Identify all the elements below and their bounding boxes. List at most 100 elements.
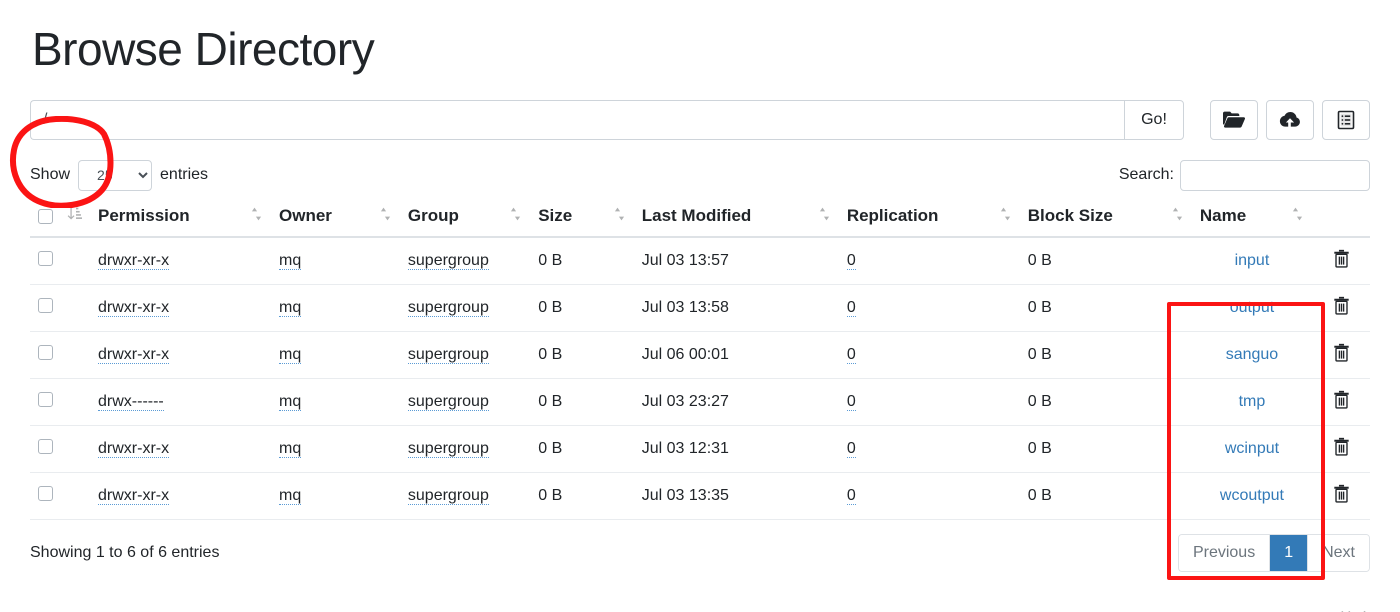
row-checkbox[interactable] <box>38 486 53 501</box>
cell-permission: drwx------ <box>90 378 271 426</box>
go-button[interactable]: Go! <box>1124 100 1184 140</box>
path-action-buttons <box>1210 100 1370 140</box>
sort-icon[interactable] <box>999 206 1012 226</box>
search-control: Search: <box>1118 159 1370 191</box>
delete-button[interactable] <box>1333 343 1350 364</box>
delete-button[interactable] <box>1333 437 1350 458</box>
permission-value[interactable]: drwxr-xr-x <box>98 487 170 505</box>
column-select-all[interactable] <box>30 202 90 238</box>
replication-value[interactable]: 0 <box>846 346 856 364</box>
group-value[interactable]: supergroup <box>407 393 489 411</box>
cell-size: 0 B <box>530 378 634 426</box>
group-value[interactable]: supergroup <box>407 487 489 505</box>
file-name-link[interactable]: sanguo <box>1226 346 1279 363</box>
cell-size: 0 B <box>530 284 634 332</box>
column-size[interactable]: Size <box>530 202 634 238</box>
cell-replication: 0 <box>838 284 1020 332</box>
delete-button[interactable] <box>1333 390 1350 411</box>
permission-value[interactable]: drwxr-xr-x <box>98 252 170 270</box>
permission-value[interactable]: drwxr-xr-x <box>98 346 170 364</box>
pagination-next[interactable]: Next <box>1308 535 1369 571</box>
table-row: drwx------ mq supergroup 0 B Jul 03 23:27 0 0 … <box>30 378 1370 426</box>
select-all-checkbox[interactable] <box>38 208 53 224</box>
sort-icon[interactable] <box>250 206 263 226</box>
cut-paste-button[interactable] <box>1322 100 1370 140</box>
sort-icon[interactable] <box>1171 206 1184 226</box>
row-checkbox[interactable] <box>38 298 53 313</box>
row-checkbox[interactable] <box>38 251 53 266</box>
group-value[interactable]: supergroup <box>407 346 489 364</box>
sort-icon[interactable] <box>509 206 522 226</box>
sort-icon[interactable] <box>379 206 392 226</box>
cell-permission: drwxr-xr-x <box>90 425 271 473</box>
page-title: Browse Directory <box>32 23 375 75</box>
cell-block-size: 0 B <box>1019 472 1192 520</box>
column-permission[interactable]: Permission <box>90 202 271 238</box>
table-row: drwxr-xr-x mq supergroup 0 B Jul 03 13:58 0 0 … <box>30 284 1370 332</box>
cell-group: supergroup <box>399 378 531 426</box>
owner-value[interactable]: mq <box>279 440 302 458</box>
replication-value[interactable]: 0 <box>846 299 856 317</box>
column-owner[interactable]: Owner <box>271 202 400 238</box>
delete-button[interactable] <box>1333 249 1350 270</box>
cell-actions <box>1312 331 1370 379</box>
cell-name: sanguo <box>1191 331 1312 379</box>
column-group[interactable]: Group <box>399 202 531 238</box>
column-last-modified[interactable]: Last Modified <box>633 202 839 238</box>
pagination-page-1[interactable]: 1 <box>1270 535 1309 571</box>
sort-amount-desc-icon[interactable] <box>67 206 82 226</box>
search-input[interactable] <box>1180 159 1370 191</box>
row-checkbox[interactable] <box>38 439 53 454</box>
group-value[interactable]: supergroup <box>407 440 489 458</box>
pagination-previous[interactable]: Previous <box>1178 535 1271 571</box>
page-length-select[interactable]: 25 <box>78 159 153 191</box>
replication-value[interactable]: 0 <box>846 252 856 270</box>
owner-value[interactable]: mq <box>279 393 302 411</box>
permission-value[interactable]: drwx------ <box>98 393 164 411</box>
cell-owner: mq <box>271 284 400 332</box>
permission-value[interactable]: drwxr-xr-x <box>98 440 170 458</box>
group-value[interactable]: supergroup <box>407 252 489 270</box>
cell-group: supergroup <box>399 425 531 473</box>
file-name-link[interactable]: input <box>1235 252 1270 269</box>
delete-button[interactable] <box>1333 296 1350 317</box>
file-name-link[interactable]: output <box>1230 299 1274 316</box>
column-block-size[interactable]: Block Size <box>1019 202 1192 238</box>
column-replication[interactable]: Replication <box>838 202 1020 238</box>
sort-icon[interactable] <box>613 206 626 226</box>
sort-icon[interactable] <box>818 206 831 226</box>
replication-value[interactable]: 0 <box>846 440 856 458</box>
file-name-link[interactable]: wcoutput <box>1220 487 1284 504</box>
sort-icon[interactable] <box>1291 206 1304 226</box>
row-checkbox[interactable] <box>38 392 53 407</box>
group-value[interactable]: supergroup <box>407 299 489 317</box>
cell-name: tmp <box>1191 378 1312 426</box>
create-directory-button[interactable] <box>1210 100 1258 140</box>
owner-value[interactable]: mq <box>279 252 302 270</box>
entries-info: Showing 1 to 6 of 6 entries <box>30 544 220 561</box>
row-select-cell <box>30 284 90 332</box>
owner-value[interactable]: mq <box>279 346 302 364</box>
files-table-head: Permission Owner Group Size Last Modifie… <box>30 202 1370 238</box>
file-name-link[interactable]: tmp <box>1239 393 1266 410</box>
upload-files-button[interactable] <box>1266 100 1314 140</box>
table-row: drwxr-xr-x mq supergroup 0 B Jul 06 00:01 0 0 … <box>30 331 1370 379</box>
file-name-link[interactable]: wcinput <box>1225 440 1279 457</box>
owner-value[interactable]: mq <box>279 299 302 317</box>
owner-value[interactable]: mq <box>279 487 302 505</box>
row-checkbox[interactable] <box>38 345 53 360</box>
cell-block-size: 0 B <box>1019 331 1192 379</box>
cell-group: supergroup <box>399 472 531 520</box>
delete-button[interactable] <box>1333 484 1350 505</box>
replication-value[interactable]: 0 <box>846 393 856 411</box>
table-header-row: Permission Owner Group Size Last Modifie… <box>30 202 1370 238</box>
search-label: Search: <box>1118 166 1174 183</box>
cell-last-modified: Jul 03 23:27 <box>633 378 839 426</box>
path-input[interactable] <box>30 100 1124 140</box>
replication-value[interactable]: 0 <box>846 487 856 505</box>
permission-value[interactable]: drwxr-xr-x <box>98 299 170 317</box>
folder-open-icon <box>1223 111 1245 129</box>
row-select-cell <box>30 425 90 473</box>
column-permission-label: Permission <box>98 206 190 225</box>
column-name[interactable]: Name <box>1191 202 1312 238</box>
